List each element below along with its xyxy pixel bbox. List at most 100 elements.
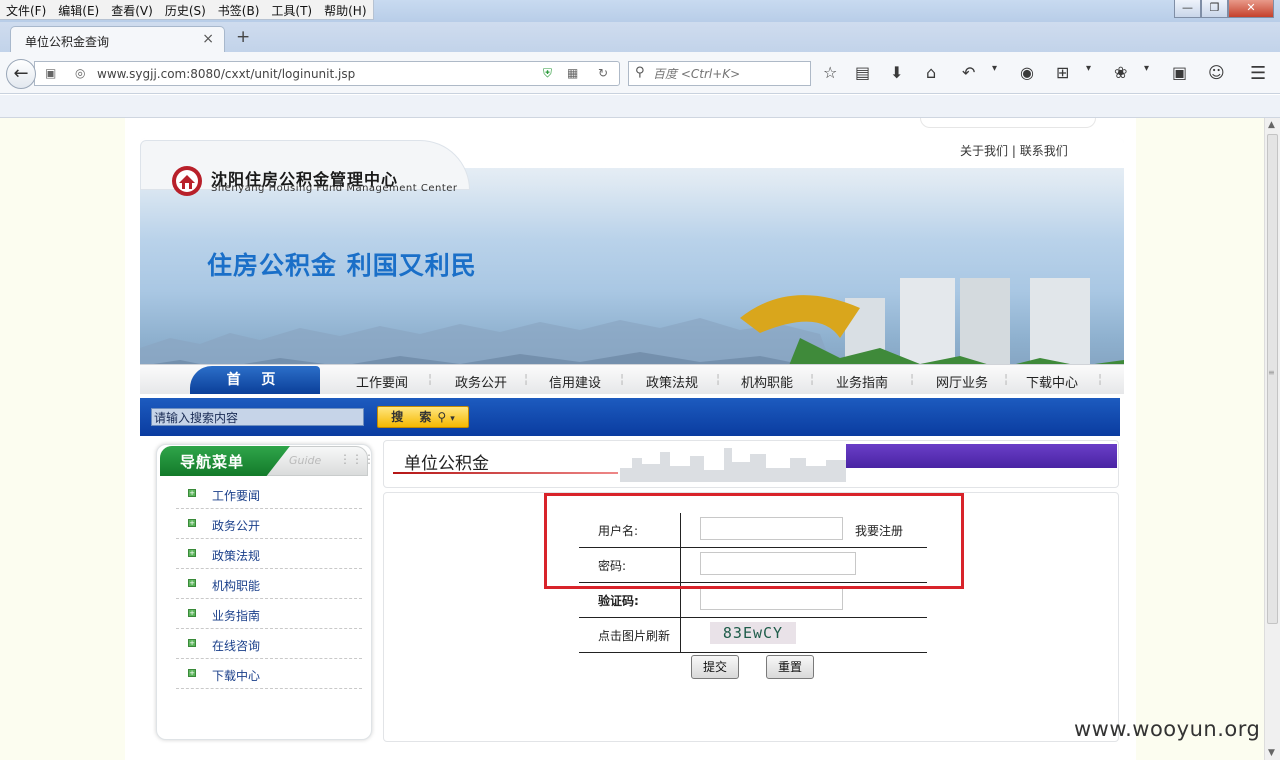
browser-search-input[interactable] — [653, 65, 803, 83]
home-icon[interactable]: ⌂ — [926, 63, 936, 82]
captcha-input[interactable] — [700, 588, 843, 610]
nav-separator: ¦ — [1098, 372, 1103, 386]
top-decoration — [920, 118, 1096, 128]
bus-icon[interactable]: ▣ — [1172, 63, 1187, 82]
nav-separator: ¦ — [910, 372, 915, 386]
tab-strip: 单位公积金查询 × + — [0, 22, 1280, 53]
chevron-down-icon[interactable]: ▾ — [1086, 63, 1091, 74]
nav-business-guide[interactable]: 业务指南 — [836, 372, 888, 391]
emoji-icon[interactable]: ☺ — [1208, 63, 1225, 82]
site-search-button[interactable]: 搜 索⚲ ▾ — [377, 406, 469, 428]
menu-view[interactable]: 查看(V) — [105, 0, 159, 19]
nav-gov-affairs[interactable]: 政务公开 — [455, 372, 507, 391]
nav-separator: ¦ — [1004, 372, 1009, 386]
plus-icon: + — [188, 609, 196, 617]
chevron-down-icon: ▾ — [450, 414, 455, 424]
crop-icon[interactable]: ⊞ — [1056, 63, 1069, 82]
sidebar-guide-label: Guide — [289, 454, 322, 467]
org-logo-icon — [172, 166, 202, 196]
menu-history[interactable]: 历史(S) — [159, 0, 212, 19]
close-tab-icon[interactable]: × — [202, 31, 214, 47]
nav-credit[interactable]: 信用建设 — [549, 372, 601, 391]
nav-home[interactable]: 首 页 — [190, 366, 320, 394]
sidebar-item-label: 政策法规 — [212, 549, 261, 563]
close-window-button[interactable]: ✕ — [1228, 0, 1274, 18]
navigation-toolbar: ▣ ◎ www.sygjj.com:8080/cxxt/unit/loginun… — [0, 52, 1280, 94]
qrcode-icon[interactable]: ▦ — [567, 66, 578, 80]
captcha-label: 验证码: — [598, 594, 639, 608]
scroll-grip-icon: ≡ — [1268, 368, 1275, 377]
sidebar-item-label: 在线咨询 — [212, 639, 261, 653]
maximize-button[interactable]: ❐ — [1201, 0, 1228, 18]
search-icon: ⚲ — [437, 410, 447, 424]
sidebar-item-work-news[interactable]: + 工作要闻 — [176, 487, 362, 509]
submit-button[interactable]: 提交 — [691, 655, 739, 679]
sidebar-item-business-guide[interactable]: + 业务指南 — [176, 607, 362, 629]
address-bar[interactable]: ▣ ◎ www.sygjj.com:8080/cxxt/unit/loginun… — [34, 61, 620, 86]
contact-us-link[interactable]: 联系我们 — [1020, 144, 1068, 158]
sidebar-title: 导航菜单 — [180, 453, 245, 471]
menu-file[interactable]: 文件(F) — [0, 0, 52, 19]
plus-icon: + — [188, 519, 196, 527]
nav-work-news[interactable]: 工作要闻 — [356, 372, 408, 391]
site-search-input[interactable] — [151, 408, 364, 426]
sidebar-item-gov-affairs[interactable]: + 政务公开 — [176, 517, 362, 539]
tab-title: 单位公积金查询 — [25, 35, 110, 49]
scroll-down-icon[interactable]: ▼ — [1268, 748, 1275, 758]
minimize-button[interactable]: — — [1174, 0, 1201, 18]
star-icon[interactable]: ☆ — [823, 63, 837, 82]
nav-org-functions[interactable]: 机构职能 — [741, 372, 793, 391]
org-name-english: Shenyang Housing Fund Management Center — [211, 183, 458, 194]
hamburger-menu-icon[interactable]: ☰ — [1250, 63, 1266, 84]
chevron-down-icon[interactable]: ▾ — [1144, 63, 1149, 74]
chevron-down-icon[interactable]: ▾ — [992, 63, 997, 74]
scroll-up-icon[interactable]: ▲ — [1268, 120, 1275, 130]
menu-bar: 文件(F) 编辑(E) 查看(V) 历史(S) 书签(B) 工具(T) 帮助(H… — [0, 0, 374, 20]
page-scrollbar[interactable]: ▲ ≡ ▼ — [1264, 118, 1280, 760]
search-box[interactable]: ⚲ — [628, 61, 811, 86]
nav-separator: ¦ — [620, 372, 625, 386]
menu-tools[interactable]: 工具(T) — [265, 0, 318, 19]
reload-icon[interactable]: ↻ — [598, 66, 608, 80]
back-button[interactable]: ← — [6, 59, 36, 89]
about-us-link[interactable]: 关于我们 — [960, 144, 1008, 158]
sidebar-toggle-icon[interactable]: ▣ — [45, 66, 56, 80]
extension-icon[interactable]: ❀ — [1114, 63, 1127, 82]
search-icon: ⚲ — [635, 65, 645, 80]
window-controls: — ❐ ✕ — [1174, 0, 1274, 18]
sidebar-item-policy[interactable]: + 政策法规 — [176, 547, 362, 569]
download-icon[interactable]: ⬇ — [890, 63, 903, 82]
undo-icon[interactable]: ↶ — [962, 63, 975, 82]
shield-icon[interactable]: ⛨ — [543, 66, 552, 81]
menu-edit[interactable]: 编辑(E) — [52, 0, 105, 19]
menu-bookmarks[interactable]: 书签(B) — [212, 0, 266, 19]
new-tab-icon[interactable]: + — [236, 27, 250, 47]
nav-downloads[interactable]: 下载中心 — [1026, 372, 1078, 391]
sidebar-item-downloads[interactable]: + 下载中心 — [176, 667, 362, 689]
plus-icon: + — [188, 579, 196, 587]
sidebar-item-consult[interactable]: + 在线咨询 — [176, 637, 362, 659]
nav-online-hall[interactable]: 网厅业务 — [936, 372, 988, 391]
bookmarks-bar — [0, 95, 1280, 118]
plus-icon: + — [188, 549, 196, 557]
site-search-label: 搜 索 — [391, 410, 438, 424]
globe-icon: ◎ — [75, 66, 86, 80]
captcha-image[interactable]: 83EwCY — [710, 622, 796, 644]
form-row-line — [579, 617, 927, 618]
reading-list-icon[interactable]: ▤ — [855, 63, 870, 82]
sidebar-item-label: 业务指南 — [212, 609, 261, 623]
tab-active[interactable]: 单位公积金查询 × — [10, 26, 225, 53]
reset-button[interactable]: 重置 — [766, 655, 814, 679]
nav-policy[interactable]: 政策法规 — [646, 372, 698, 391]
page-title: 单位公积金 — [404, 454, 489, 474]
watermark: www.wooyun.org — [1074, 717, 1261, 741]
refresh-hint: 点击图片刷新 — [598, 629, 671, 643]
chat-icon[interactable]: ◉ — [1020, 63, 1034, 82]
scrollbar-thumb[interactable] — [1267, 134, 1278, 624]
menu-help[interactable]: 帮助(H) — [318, 0, 372, 19]
nav-separator: ¦ — [810, 372, 815, 386]
plus-icon: + — [188, 639, 196, 647]
sidebar-item-org-functions[interactable]: + 机构职能 — [176, 577, 362, 599]
sidebar-item-label: 政务公开 — [212, 519, 261, 533]
sidebar-item-label: 工作要闻 — [212, 489, 261, 503]
